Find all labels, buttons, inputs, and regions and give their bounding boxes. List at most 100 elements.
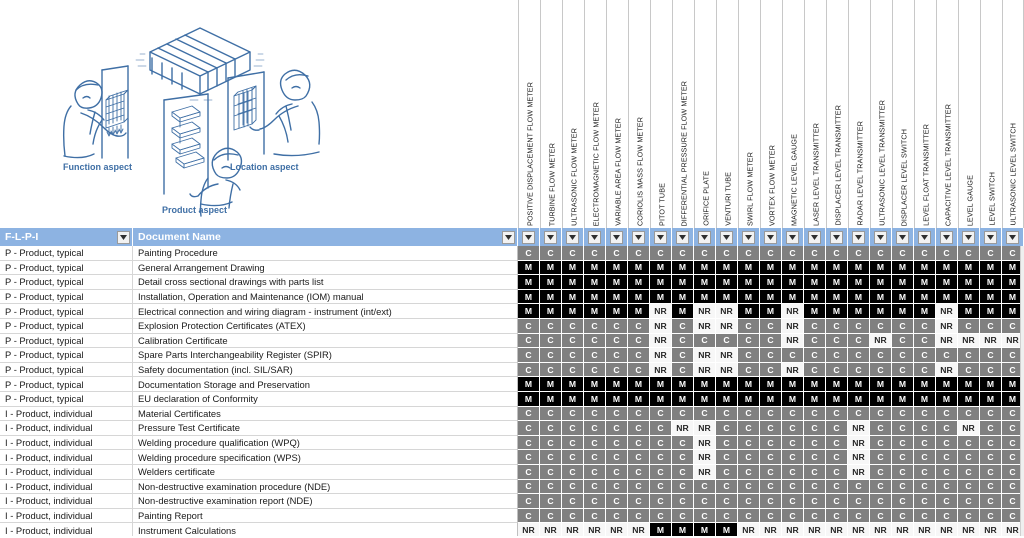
cell-requirement[interactable]: C [826, 362, 848, 378]
cell-requirement[interactable]: C [672, 508, 694, 524]
cell-requirement[interactable]: C [980, 319, 1002, 334]
cell-requirement[interactable]: C [628, 450, 650, 465]
cell-requirement[interactable]: M [694, 377, 716, 392]
table-row[interactable]: P - Product, typical Safety documentation… [0, 362, 1024, 378]
cell-requirement[interactable]: C [892, 465, 914, 480]
cell-requirement[interactable]: C [650, 508, 672, 524]
cell-requirement[interactable]: M [760, 304, 782, 319]
cell-requirement[interactable]: NR [694, 450, 716, 465]
cell-requirement[interactable]: NR [650, 319, 672, 334]
cell-requirement[interactable]: NR [672, 421, 694, 436]
cell-requirement[interactable]: M [716, 392, 738, 407]
cell-requirement[interactable]: NR [694, 465, 716, 480]
cell-requirement[interactable]: C [628, 362, 650, 378]
chevron-down-icon[interactable] [962, 230, 975, 244]
cell-requirement[interactable]: C [650, 450, 672, 465]
cell-requirement[interactable]: C [540, 319, 562, 334]
cell-requirement[interactable]: C [716, 479, 738, 495]
cell-requirement[interactable]: C [804, 450, 826, 465]
cell-requirement[interactable]: M [518, 275, 540, 290]
cell-document-name[interactable]: EU declaration of Conformity [133, 392, 518, 407]
cell-requirement[interactable]: C [540, 450, 562, 465]
cell-requirement[interactable]: C [782, 421, 804, 436]
cell-requirement[interactable]: C [628, 246, 650, 261]
cell-requirement[interactable]: C [936, 508, 958, 524]
cell-requirement[interactable]: NR [694, 421, 716, 436]
cell-requirement[interactable]: C [562, 479, 584, 495]
cell-requirement[interactable]: M [562, 260, 584, 276]
cell-requirement[interactable]: C [584, 362, 606, 378]
cell-requirement[interactable]: C [980, 246, 1002, 261]
cell-requirement[interactable]: C [650, 406, 672, 422]
column-filter-1[interactable] [540, 228, 562, 246]
cell-requirement[interactable]: M [826, 377, 848, 392]
cell-requirement[interactable]: C [738, 450, 760, 465]
cell-requirement[interactable]: NR [716, 362, 738, 378]
cell-requirement[interactable]: C [804, 421, 826, 436]
chevron-down-icon[interactable] [742, 230, 755, 244]
cell-requirement[interactable]: M [804, 392, 826, 407]
cell-requirement[interactable]: C [562, 421, 584, 436]
cell-requirement[interactable]: C [562, 348, 584, 363]
chevron-down-icon[interactable] [610, 230, 623, 244]
cell-document-name[interactable]: General Arrangement Drawing [133, 260, 518, 276]
cell-requirement[interactable]: C [914, 465, 936, 480]
cell-requirement[interactable]: C [738, 435, 760, 451]
cell-requirement[interactable]: M [958, 304, 980, 319]
cell-requirement[interactable]: C [716, 465, 738, 480]
cell-requirement[interactable]: C [892, 319, 914, 334]
cell-requirement[interactable]: C [804, 435, 826, 451]
cell-requirement[interactable]: M [782, 289, 804, 305]
chevron-down-icon[interactable] [566, 230, 579, 244]
cell-requirement[interactable]: C [892, 450, 914, 465]
cell-requirement[interactable]: M [980, 304, 1002, 319]
cell-requirement[interactable]: C [914, 319, 936, 334]
cell-requirement[interactable]: C [958, 362, 980, 378]
cell-requirement[interactable]: M [870, 260, 892, 276]
cell-requirement[interactable]: C [606, 406, 628, 422]
cell-requirement[interactable]: C [518, 348, 540, 363]
cell-requirement[interactable]: C [540, 421, 562, 436]
cell-requirement[interactable]: C [892, 479, 914, 495]
table-row[interactable]: I - Product, individual Material Certific… [0, 406, 1024, 422]
cell-requirement[interactable]: C [716, 333, 738, 349]
cell-requirement[interactable]: C [958, 406, 980, 422]
cell-requirement[interactable]: C [760, 450, 782, 465]
cell-requirement[interactable]: M [694, 289, 716, 305]
cell-requirement[interactable]: M [628, 304, 650, 319]
cell-requirement[interactable]: C [870, 479, 892, 495]
cell-requirement[interactable]: C [804, 333, 826, 349]
cell-requirement[interactable]: C [584, 333, 606, 349]
cell-requirement[interactable]: C [870, 435, 892, 451]
cell-requirement[interactable]: M [760, 377, 782, 392]
cell-requirement[interactable]: C [694, 406, 716, 422]
column-filter-11[interactable] [760, 228, 782, 246]
chevron-down-icon[interactable] [830, 230, 843, 244]
cell-requirement[interactable]: C [628, 479, 650, 495]
cell-requirement[interactable]: C [606, 246, 628, 261]
cell-requirement[interactable]: C [870, 319, 892, 334]
cell-requirement[interactable]: C [914, 494, 936, 509]
column-filter-16[interactable] [870, 228, 892, 246]
chevron-down-icon[interactable] [764, 230, 777, 244]
cell-document-name[interactable]: Painting Procedure [133, 246, 518, 261]
cell-requirement[interactable]: C [738, 333, 760, 349]
cell-document-name[interactable]: Calibration Certificate [133, 333, 518, 349]
chevron-down-icon[interactable] [808, 230, 821, 244]
vertical-scrollbar[interactable] [1020, 246, 1024, 538]
cell-requirement[interactable]: M [804, 260, 826, 276]
cell-requirement[interactable]: C [562, 508, 584, 524]
cell-requirement[interactable]: C [562, 465, 584, 480]
cell-requirement[interactable]: M [914, 289, 936, 305]
cell-requirement[interactable]: C [738, 465, 760, 480]
cell-requirement[interactable]: M [606, 377, 628, 392]
cell-requirement[interactable]: M [980, 289, 1002, 305]
cell-requirement[interactable]: C [584, 479, 606, 495]
cell-requirement[interactable]: C [562, 333, 584, 349]
cell-requirement[interactable]: C [518, 246, 540, 261]
cell-requirement[interactable]: M [936, 392, 958, 407]
cell-requirement[interactable]: C [826, 348, 848, 363]
cell-requirement[interactable]: C [826, 450, 848, 465]
cell-requirement[interactable]: C [826, 319, 848, 334]
cell-requirement[interactable]: M [826, 392, 848, 407]
